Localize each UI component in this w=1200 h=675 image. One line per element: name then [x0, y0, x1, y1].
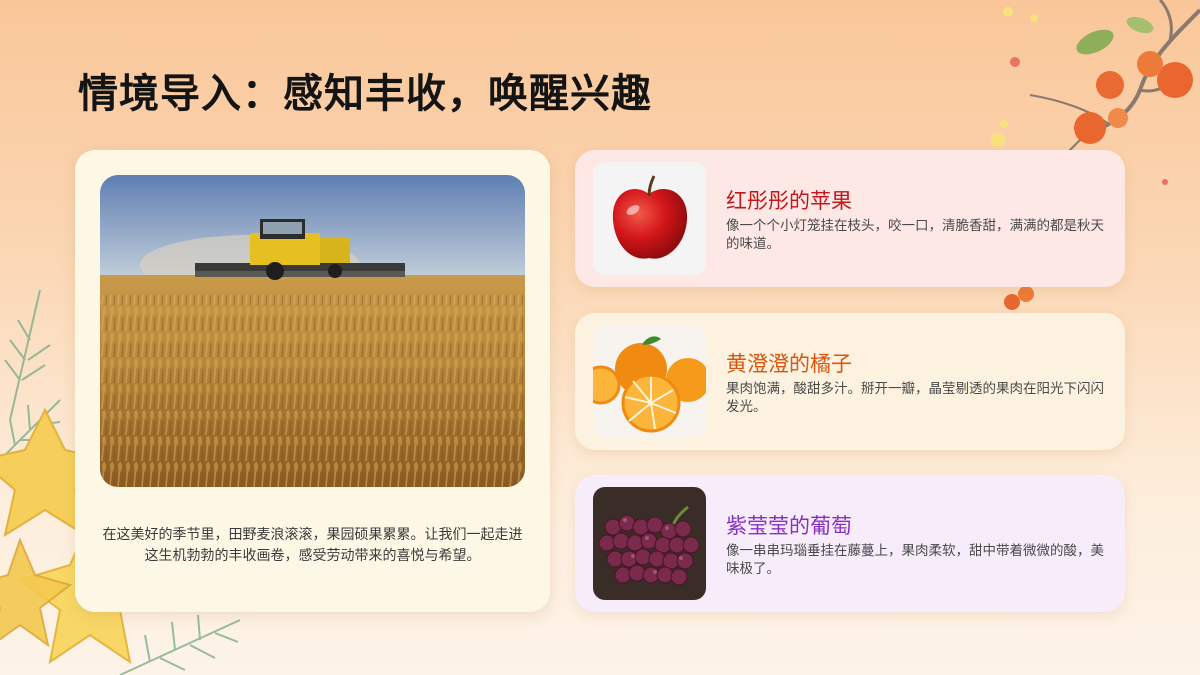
- fruit-name-grapes: 紫莹莹的葡萄: [726, 514, 852, 538]
- fruit-name-orange: 黄澄澄的橘子: [726, 352, 852, 376]
- fruit-name-apple: 红彤彤的苹果: [726, 189, 852, 213]
- fruit-card-orange: 黄澄澄的橘子 果肉饱满，酸甜多汁。掰开一瓣，晶莹剔透的果肉在阳光下闪闪发光。: [575, 313, 1125, 450]
- orange-photo: [593, 325, 706, 438]
- fruit-desc-grapes: 像一串串玛瑙垂挂在藤蔓上，果肉柔软，甜中带着微微的酸，美味极了。: [726, 543, 1104, 577]
- fruit-card-grapes: 紫莹莹的葡萄 像一串串玛瑙垂挂在藤蔓上，果肉柔软，甜中带着微微的酸，美味极了。: [575, 475, 1125, 612]
- grapes-photo: [593, 487, 706, 600]
- page-title: 情境导入：感知丰收，唤醒兴趣: [78, 70, 652, 117]
- apple-photo: [593, 162, 706, 275]
- intro-caption: 在这美好的季节里，田野麦浪滚滚，果园硕果累累。让我们一起走进这生机勃勃的丰收画卷…: [102, 527, 523, 564]
- fruit-desc-orange: 果肉饱满，酸甜多汁。掰开一瓣，晶莹剔透的果肉在阳光下闪闪发光。: [726, 381, 1104, 415]
- wheat-harvester-photo: [100, 175, 525, 487]
- fruit-card-apple: 红彤彤的苹果 像一个个小灯笼挂在枝头，咬一口，清脆香甜，满满的都是秋天的味道。: [575, 150, 1125, 287]
- wheat-field-image: [100, 175, 525, 487]
- intro-card: 在这美好的季节里，田野麦浪滚滚，果园硕果累累。让我们一起走进这生机勃勃的丰收画卷…: [75, 150, 550, 612]
- fruit-desc-apple: 像一个个小灯笼挂在枝头，咬一口，清脆香甜，满满的都是秋天的味道。: [726, 218, 1104, 252]
